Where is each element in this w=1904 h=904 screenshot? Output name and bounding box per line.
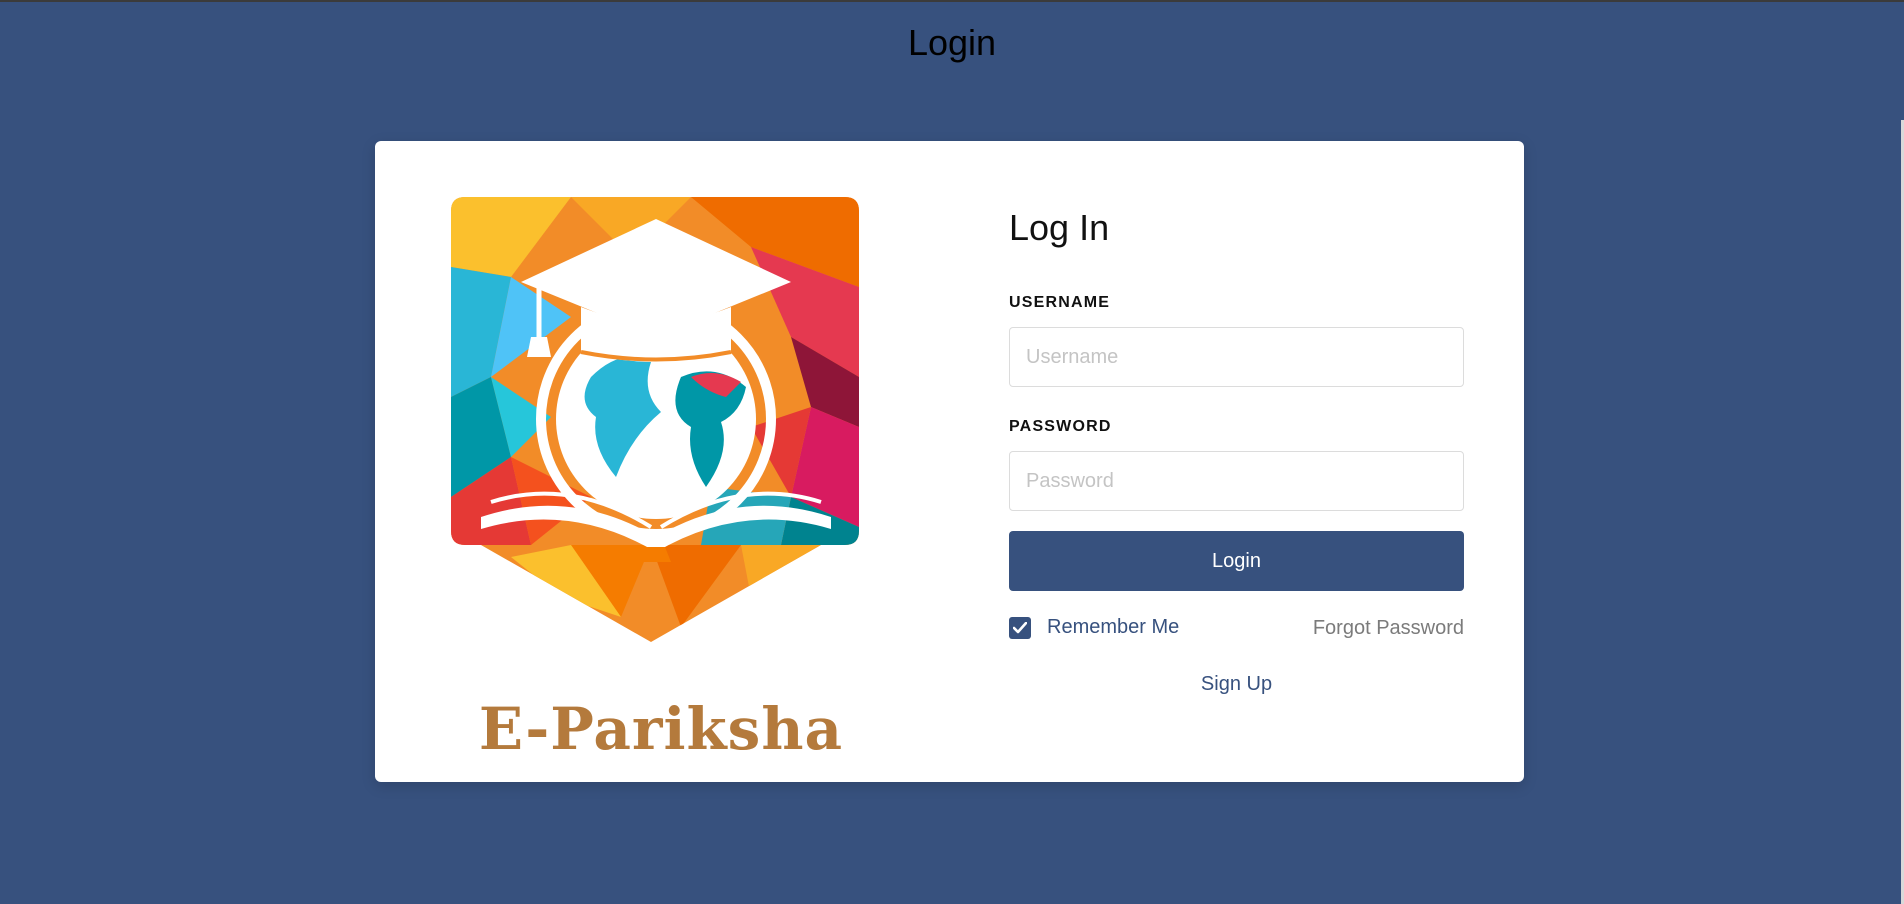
username-label: USERNAME [1009,294,1111,311]
form-title: Log In [1009,207,1110,248]
password-label: PASSWORD [1009,418,1112,435]
sign-up-link[interactable]: Sign Up [1009,673,1464,696]
brand-name: E-Pariksha [478,695,844,763]
check-icon [1013,621,1027,633]
forgot-password-link[interactable]: Forgot Password [1313,617,1464,640]
page-title: Login [907,22,997,63]
remember-me-label: Remember Me [1047,616,1180,638]
remember-me[interactable]: Remember Me [1009,616,1179,639]
login-card: E-Pariksha Log In USERNAME PASSWORD Logi… [375,141,1524,782]
username-input[interactable] [1009,327,1464,387]
login-button[interactable]: Login [1009,531,1464,591]
window-top-border [0,0,1904,2]
graduation-globe-book-logo-icon [451,197,859,642]
password-input[interactable] [1009,451,1464,511]
brand-logo: E-Pariksha [451,197,871,763]
remember-me-checkbox[interactable] [1009,616,1031,639]
